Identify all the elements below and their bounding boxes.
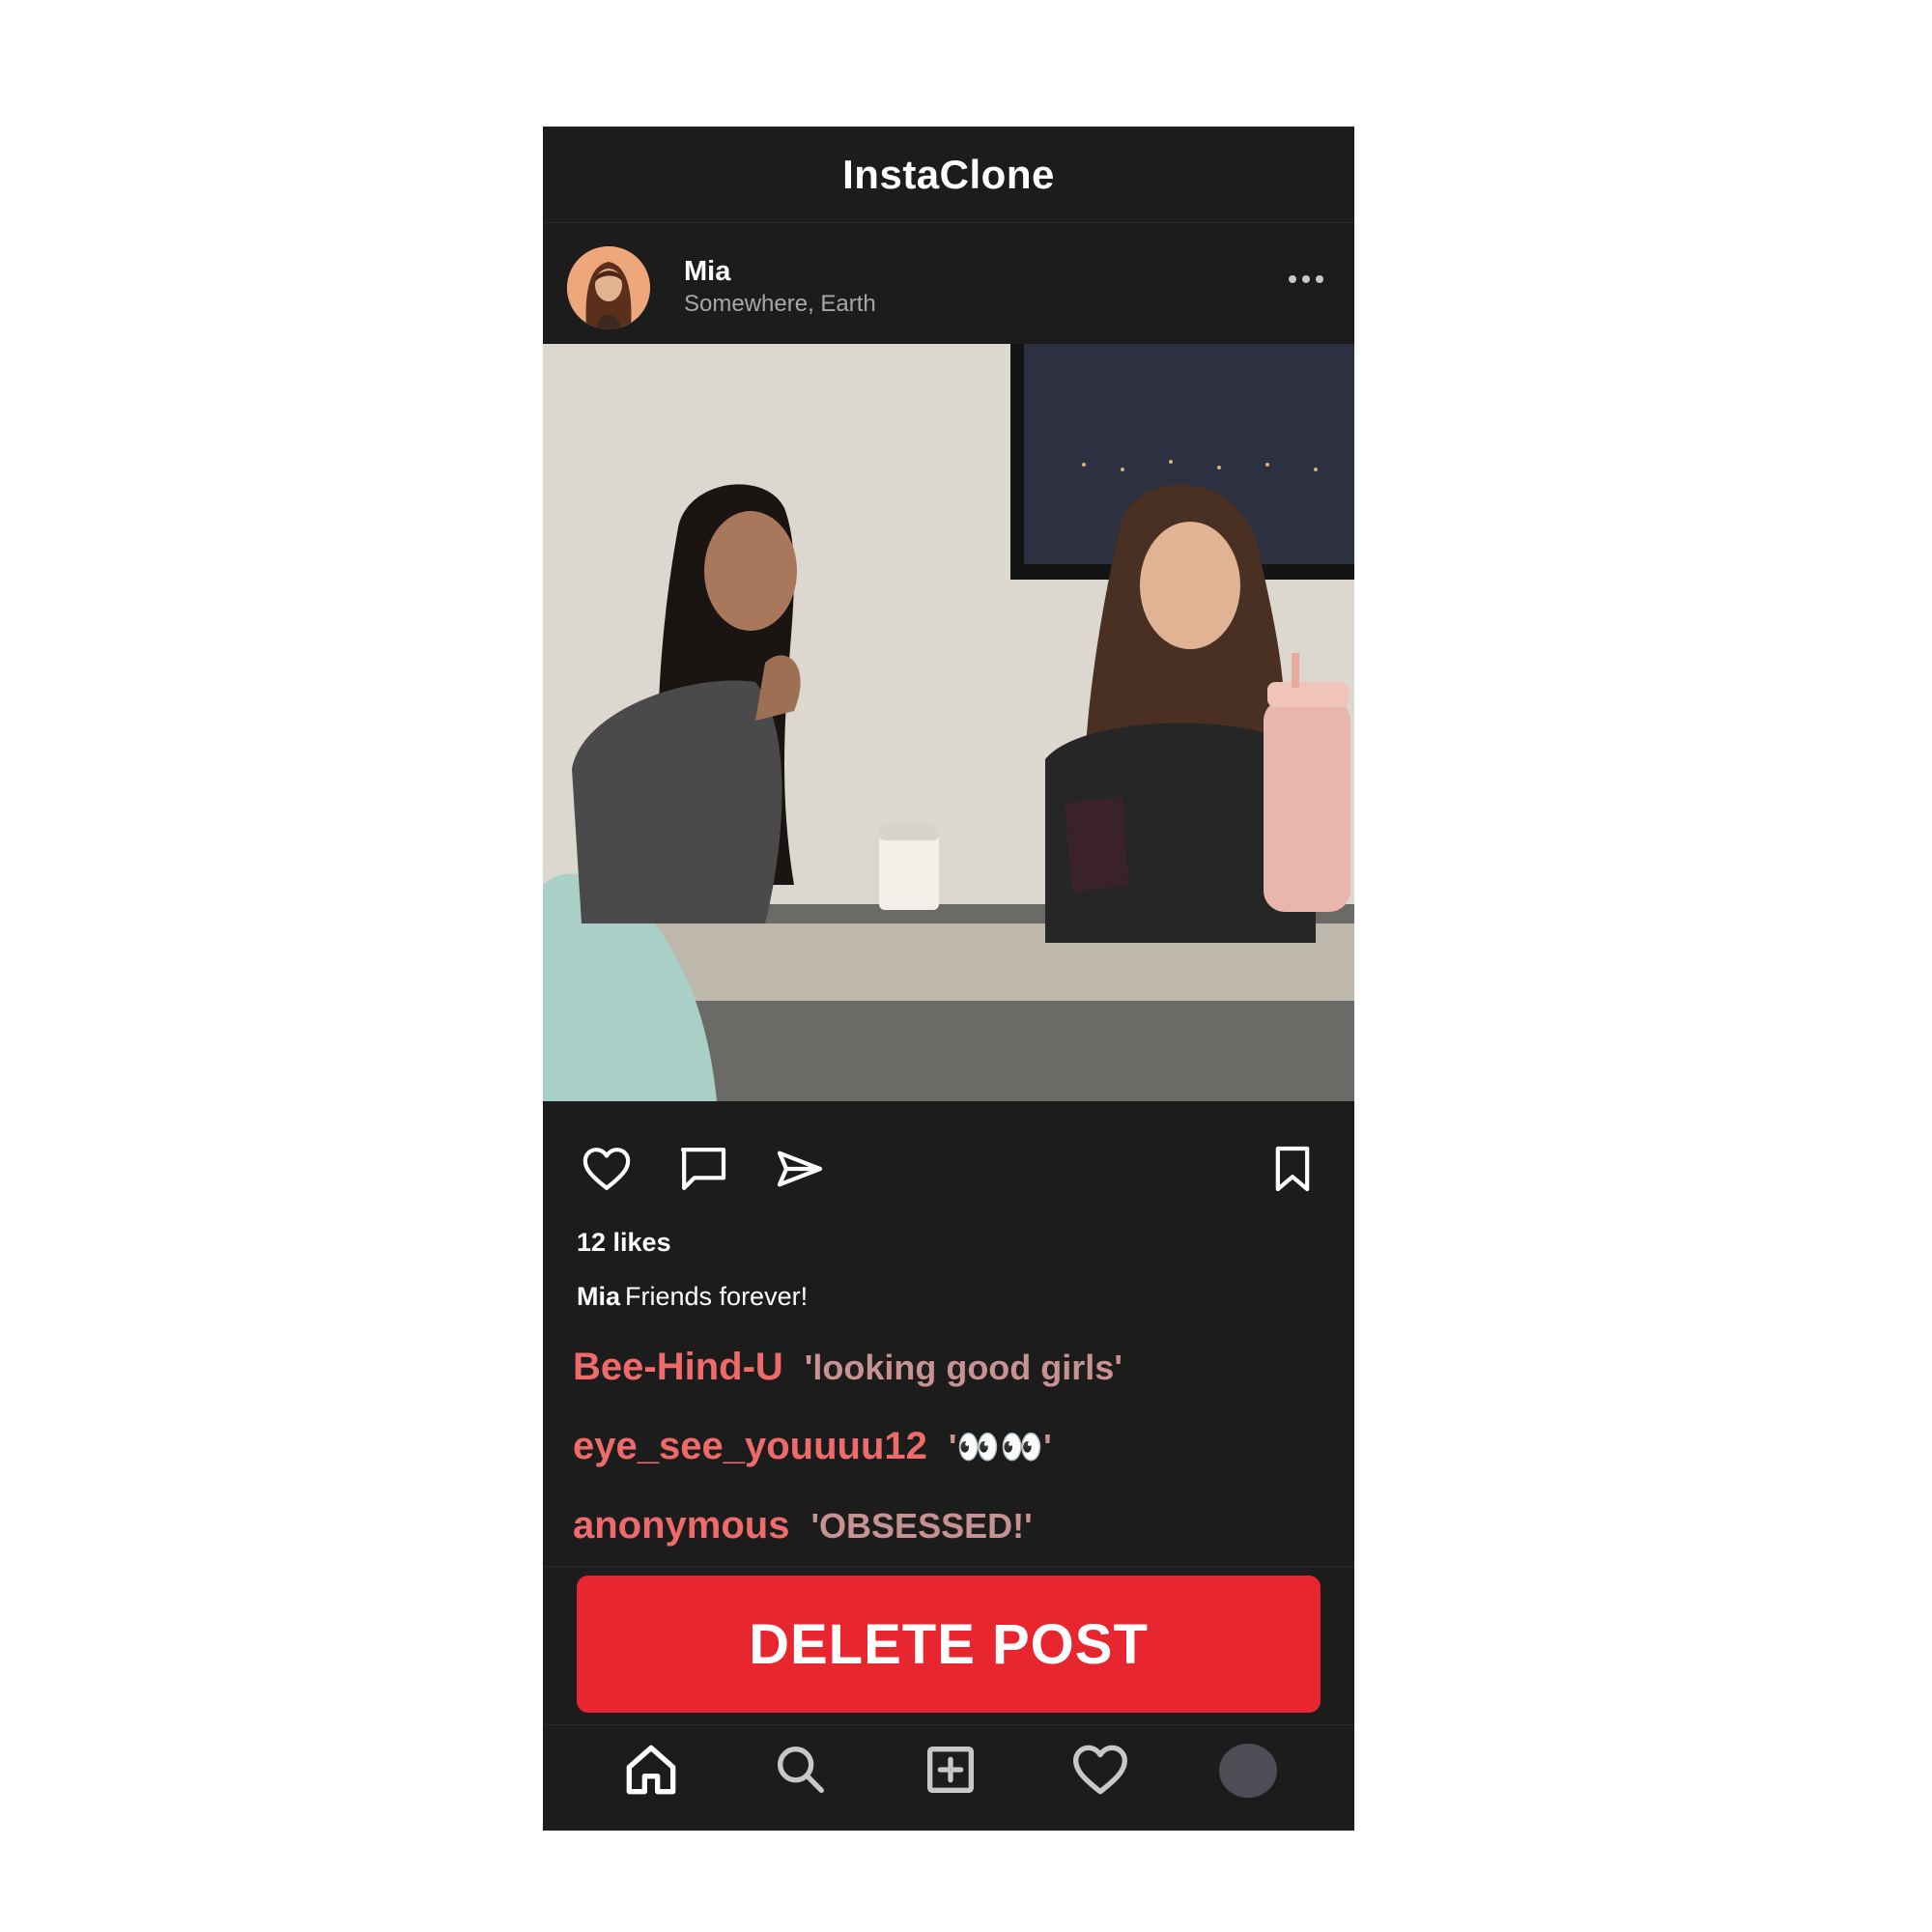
more-horizontal-icon[interactable] [1287, 270, 1325, 289]
heart-icon[interactable] [580, 1142, 634, 1196]
profile-avatar[interactable] [1219, 1744, 1277, 1798]
send-icon[interactable] [773, 1142, 827, 1196]
comment-text: 'OBSESSED!' [810, 1506, 1033, 1546]
app-title: InstaClone [842, 151, 1055, 197]
home-icon[interactable] [620, 1739, 682, 1801]
post-photo[interactable] [543, 344, 1354, 1101]
comment-item: eye_see_youuuu12 '👀👀' [573, 1425, 1052, 1468]
bookmark-icon[interactable] [1265, 1142, 1320, 1196]
divider [543, 1566, 1354, 1567]
post-actions [543, 1101, 1354, 1208]
likes-count[interactable]: 12 likes [577, 1228, 671, 1258]
comment-item: Bee-Hind-U 'looking good girls' [573, 1346, 1122, 1389]
delete-post-label: DELETE POST [749, 1612, 1149, 1676]
post-username[interactable]: Mia [684, 256, 730, 288]
post-header: Mia Somewhere, Earth [543, 223, 1354, 343]
delete-post-button[interactable]: DELETE POST [577, 1576, 1321, 1713]
search-icon[interactable] [770, 1739, 832, 1801]
comment-icon[interactable] [676, 1142, 730, 1196]
comment-text: 'looking good girls' [804, 1348, 1122, 1387]
comment-username[interactable]: eye_see_youuuu12 [573, 1425, 927, 1467]
post-caption: Mia Friends forever! [577, 1282, 808, 1312]
comment-username[interactable]: anonymous [573, 1504, 789, 1547]
user-avatar[interactable] [567, 246, 650, 329]
comment-username[interactable]: Bee-Hind-U [573, 1346, 783, 1388]
phone-screen: InstaClone Mia Somewhere, Earth 12 likes… [543, 127, 1354, 1831]
bottom-nav [543, 1724, 1354, 1831]
app-header: InstaClone [543, 127, 1354, 223]
activity-heart-icon[interactable] [1069, 1739, 1131, 1801]
caption-username[interactable]: Mia [577, 1282, 620, 1311]
comment-item: anonymous 'OBSESSED!' [573, 1504, 1033, 1548]
caption-text: Friends forever! [625, 1282, 809, 1311]
post-location[interactable]: Somewhere, Earth [684, 291, 876, 318]
add-post-icon[interactable] [920, 1739, 981, 1801]
comment-text: '👀👀' [948, 1427, 1052, 1466]
